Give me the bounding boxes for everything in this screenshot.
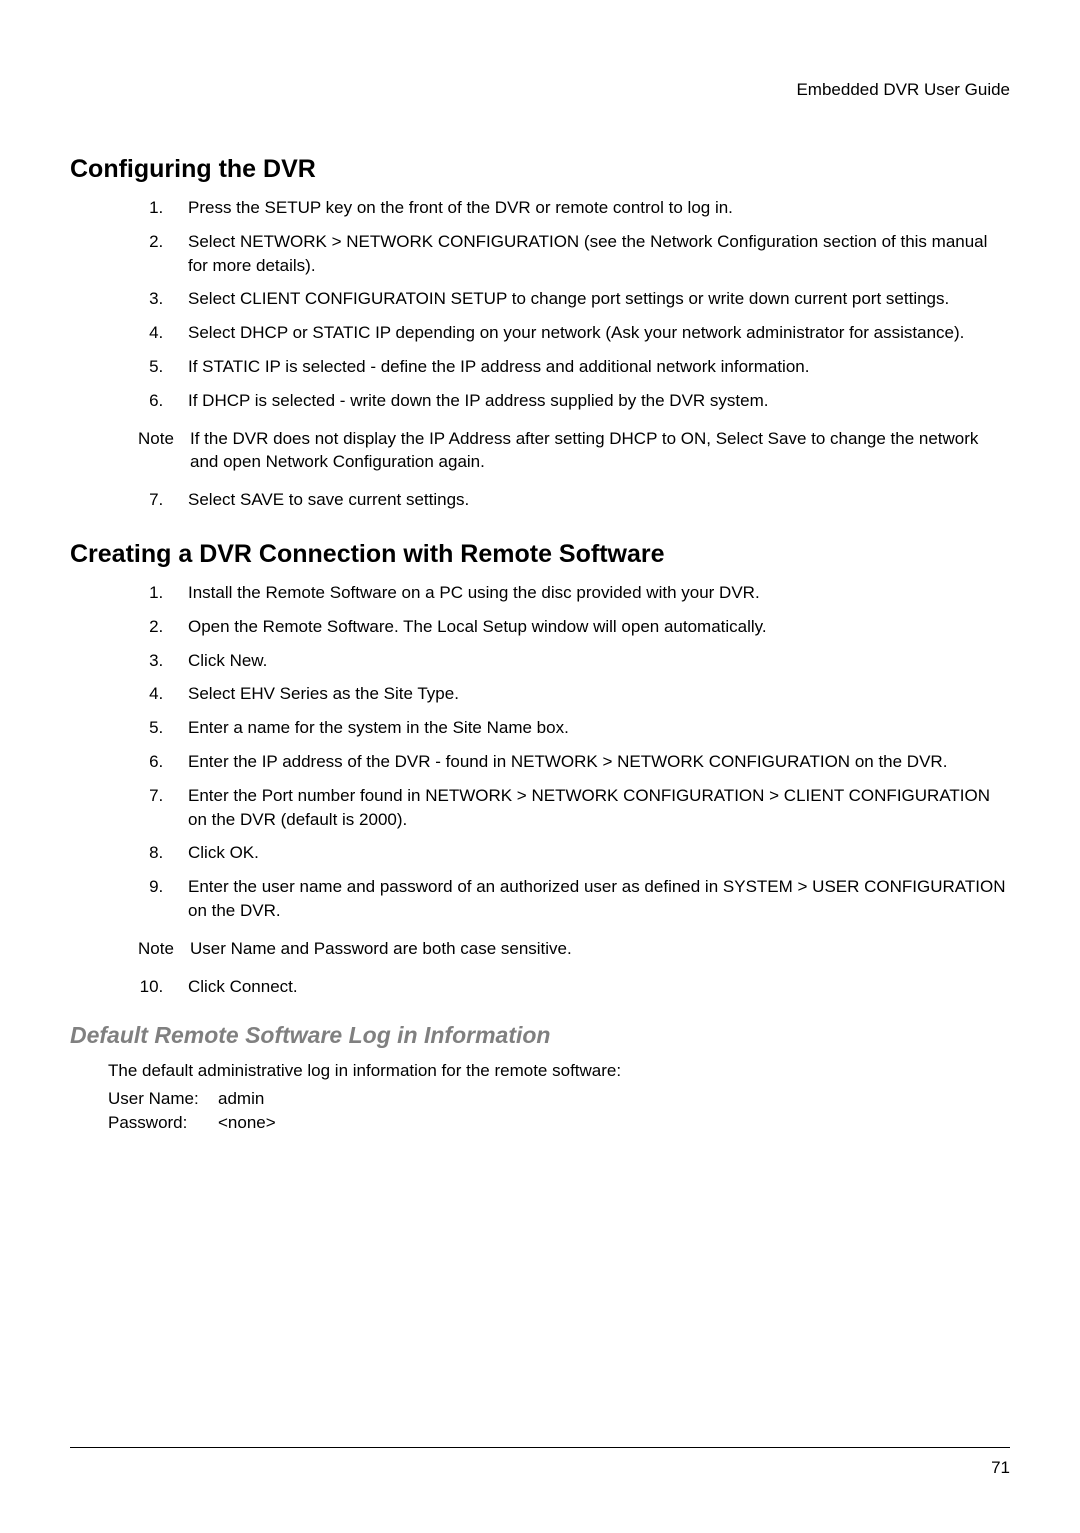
step-item: Enter the user name and password of an a… xyxy=(168,875,1010,923)
note-body: If the DVR does not display the IP Addre… xyxy=(190,427,1010,475)
note-block: Note User Name and Password are both cas… xyxy=(138,937,1010,961)
step-item: Select SAVE to save current settings. xyxy=(168,488,1010,512)
login-intro: The default administrative log in inform… xyxy=(108,1061,1010,1081)
step-item: Select CLIENT CONFIGURATOIN SETUP to cha… xyxy=(168,287,1010,311)
step-item: Select DHCP or STATIC IP depending on yo… xyxy=(168,321,1010,345)
note-label: Note xyxy=(138,427,190,475)
page-number: 71 xyxy=(70,1458,1010,1478)
login-value-password: <none> xyxy=(218,1113,1010,1133)
step-item: Click OK. xyxy=(168,841,1010,865)
note-label: Note xyxy=(138,937,190,961)
step-item: Click Connect. xyxy=(168,975,1010,999)
header-title: Embedded DVR User Guide xyxy=(70,80,1010,100)
step-item: Enter the Port number found in NETWORK >… xyxy=(168,784,1010,832)
note-body: User Name and Password are both case sen… xyxy=(190,937,1010,961)
configuring-steps-list-cont: Select SAVE to save current settings. xyxy=(70,488,1010,512)
section-heading-configuring: Configuring the DVR xyxy=(70,155,1010,184)
login-label-password: Password: xyxy=(108,1113,218,1133)
section-heading-creating: Creating a DVR Connection with Remote So… xyxy=(70,540,1010,569)
step-item: Select NETWORK > NETWORK CONFIGURATION (… xyxy=(168,230,1010,278)
creating-steps-list: Install the Remote Software on a PC usin… xyxy=(70,581,1010,923)
step-item: Install the Remote Software on a PC usin… xyxy=(168,581,1010,605)
login-label-user: User Name: xyxy=(108,1089,218,1109)
step-item: Press the SETUP key on the front of the … xyxy=(168,196,1010,220)
step-item: If DHCP is selected - write down the IP … xyxy=(168,389,1010,413)
page-footer: 71 xyxy=(70,1447,1010,1478)
step-item: Open the Remote Software. The Local Setu… xyxy=(168,615,1010,639)
step-item: If STATIC IP is selected - define the IP… xyxy=(168,355,1010,379)
footer-divider xyxy=(70,1447,1010,1448)
note-block: Note If the DVR does not display the IP … xyxy=(138,427,1010,475)
step-item: Click New. xyxy=(168,649,1010,673)
section-heading-default-login: Default Remote Software Log in Informati… xyxy=(70,1022,1010,1049)
login-value-user: admin xyxy=(218,1089,1010,1109)
login-row-password: Password: <none> xyxy=(108,1113,1010,1133)
creating-steps-list-cont: Click Connect. xyxy=(70,975,1010,999)
step-item: Enter the IP address of the DVR - found … xyxy=(168,750,1010,774)
document-page: Embedded DVR User Guide Configuring the … xyxy=(0,0,1080,1533)
step-item: Enter a name for the system in the Site … xyxy=(168,716,1010,740)
step-item: Select EHV Series as the Site Type. xyxy=(168,682,1010,706)
configuring-steps-list: Press the SETUP key on the front of the … xyxy=(70,196,1010,413)
login-row-user: User Name: admin xyxy=(108,1089,1010,1109)
